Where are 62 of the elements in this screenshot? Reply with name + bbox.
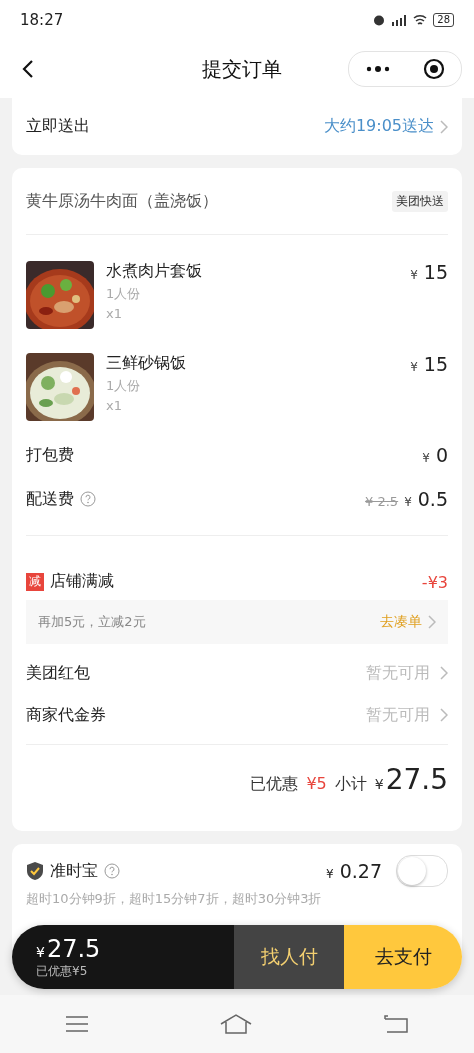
page-title: 提交订单 (202, 55, 282, 83)
fee-label: 打包费 (26, 444, 74, 466)
home-icon[interactable] (220, 1014, 252, 1034)
back-icon[interactable] (22, 59, 34, 79)
fee-label: 配送费 (26, 488, 74, 510)
insurance-label: 准时宝 (50, 860, 98, 882)
fee-price: 0 (435, 444, 448, 466)
menu-icon[interactable] (66, 1016, 88, 1032)
insurance-note: 超时10分钟9折，超时15分钟7折，超时30分钟3折 (26, 891, 322, 906)
currency-sign: ¥ (374, 776, 384, 792)
delivery-badge: 美团快送 (392, 190, 448, 212)
item-quantity: x1 (106, 398, 123, 413)
currency-sign: ¥ (410, 360, 418, 374)
delivery-time[interactable]: 大约19:05送达 (323, 116, 434, 137)
delivery-label: 立即送出 (26, 116, 90, 137)
currency-sign: ¥ (326, 867, 334, 881)
add-items-link[interactable]: 去凑单 (380, 613, 422, 631)
item-spec: 1人份 (106, 377, 142, 395)
promo-hint: 再加5元，立减2元 (38, 613, 146, 631)
coupon-label: 商家代金券 (26, 704, 106, 726)
chevron-right-icon (440, 666, 448, 680)
discount-tag: 减 (26, 572, 44, 591)
subtotal-label: 小计 (334, 774, 367, 795)
subtotal-amount: 27.5 (385, 763, 448, 796)
original-price: ¥ 2.5 (365, 494, 399, 509)
help-icon[interactable] (80, 491, 96, 507)
total-saved: 已优惠¥5 (36, 962, 89, 980)
chevron-right-icon (428, 615, 436, 629)
coupon-status[interactable]: 暂无可用 (366, 704, 430, 726)
shield-check-icon (26, 861, 44, 881)
more-icon[interactable] (365, 66, 390, 72)
item-quantity: x1 (106, 306, 123, 321)
item-name: 水煮肉片套饭 (106, 261, 203, 282)
fee-price: 0.5 (417, 488, 448, 510)
help-icon[interactable] (104, 863, 120, 879)
currency-sign: ¥ (410, 268, 418, 282)
close-icon[interactable] (422, 58, 445, 80)
saved-amount: ¥5 (306, 774, 327, 793)
item-price: 15 (423, 261, 448, 283)
shop-name: 黄牛原汤牛肉面（盖浇饭） (26, 190, 218, 212)
promo-label: 店铺满减 (50, 571, 114, 592)
currency-sign: ¥ (36, 943, 45, 960)
signal-icon (391, 14, 408, 26)
promo-amount: -¥3 (421, 573, 448, 592)
battery-level: 28 (433, 13, 454, 27)
saved-label: 已优惠 (250, 774, 299, 795)
currency-sign: ¥ (422, 451, 430, 465)
item-price: 15 (423, 353, 448, 375)
status-time: 18:27 (20, 11, 64, 29)
insurance-toggle[interactable] (396, 855, 448, 887)
item-name: 三鲜砂锅饭 (106, 353, 187, 374)
chevron-right-icon (440, 119, 448, 134)
wifi-icon (413, 14, 428, 26)
insurance-price: 0.27 (339, 860, 382, 882)
pay-button[interactable]: 去支付 (344, 925, 462, 989)
currency-sign: ¥ (404, 495, 412, 509)
chevron-right-icon (440, 708, 448, 722)
total-amount: 27.5 (46, 934, 101, 963)
coupon-status[interactable]: 暂无可用 (366, 662, 430, 684)
coupon-label: 美团红包 (26, 662, 90, 684)
ask-others-pay-button[interactable]: 找人付 (234, 925, 344, 989)
item-spec: 1人份 (106, 285, 142, 303)
